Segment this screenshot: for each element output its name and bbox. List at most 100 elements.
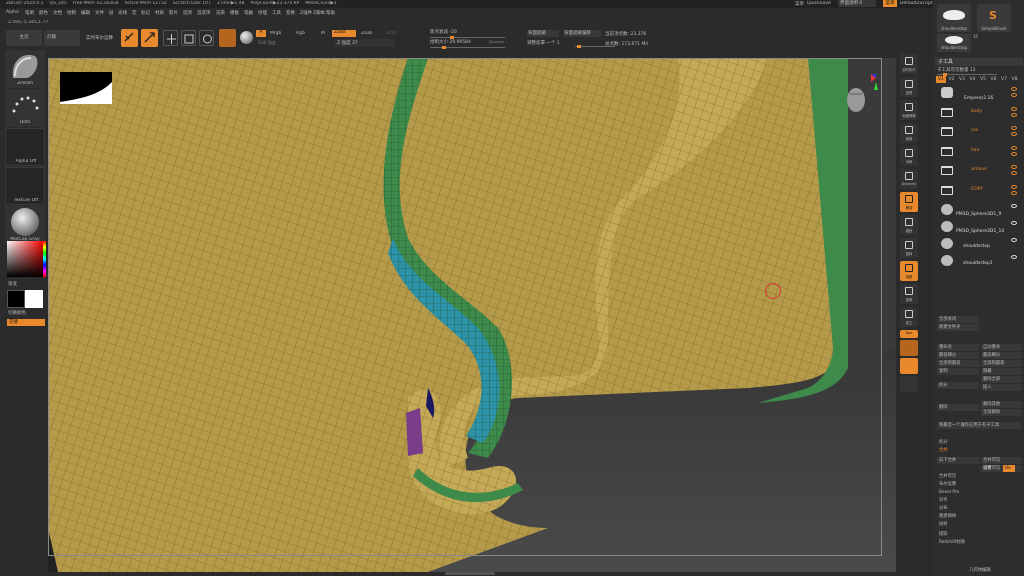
menu-15[interactable]: 渲染 [216, 10, 225, 16]
action-20[interactable]: 合并可见 [981, 457, 1021, 464]
subtool-tab-v5[interactable]: V5 [978, 76, 988, 83]
tray-button-extra-3[interactable] [900, 376, 918, 392]
backface-offset-button[interactable]: 背面遮蔽偏移 [563, 30, 601, 37]
tray-button-scale[interactable]: 缩放 [900, 215, 918, 235]
action-29[interactable]: 重建网格 [937, 513, 1021, 520]
tray-button-dyn[interactable]: Dyn [900, 330, 918, 338]
alternate-button[interactable]: 交替 [7, 319, 45, 326]
action-17[interactable]: 拆分 [937, 439, 1021, 446]
visibility-eye-icon[interactable] [1011, 165, 1017, 169]
m-button[interactable]: M [321, 31, 325, 36]
visibility-eye-icon[interactable] [1011, 126, 1017, 130]
draw-button[interactable] [141, 29, 158, 47]
menu-4[interactable]: 绘制 [67, 10, 76, 16]
menu-7[interactable]: 层 [109, 10, 114, 16]
live-boolean-label[interactable]: 实时布尔运算 [86, 35, 113, 41]
action-13[interactable]: 删除 [937, 404, 979, 411]
action-11[interactable]: 拆分 [937, 382, 979, 389]
tray-button-polyframe[interactable]: 线框 [900, 261, 918, 281]
menu-6[interactable]: 文件 [95, 10, 104, 16]
title-bar-menu-label[interactable]: 菜单 [795, 1, 804, 7]
secondary-color-swatch[interactable] [25, 290, 43, 308]
adjust-mask-slider[interactable]: 调整遮罩 一个 1 [527, 40, 560, 46]
visibility-eye-icon[interactable] [1011, 112, 1017, 117]
subtool-tab-v3[interactable]: V3 [957, 76, 967, 83]
tray-button-symmetry[interactable]: 对称 [900, 146, 918, 166]
visibility-eye-icon[interactable] [1011, 204, 1017, 208]
tray-button-extra-1[interactable] [900, 340, 918, 356]
mrgb-button[interactable]: Mrgb [270, 31, 281, 36]
menu-12[interactable]: 影片 [169, 10, 178, 16]
visibility-eye-icon[interactable] [1011, 132, 1017, 136]
subtool-tab-v4[interactable]: V4 [968, 76, 978, 83]
subtool-row[interactable]: hair [935, 143, 1023, 162]
visibility-eye-icon[interactable] [1011, 171, 1017, 175]
tray-button-local[interactable]: 局部 [900, 123, 918, 143]
scale-button[interactable] [181, 30, 196, 46]
menu-0[interactable]: Alpha [6, 10, 19, 15]
action-3[interactable]: 自动重命 [981, 344, 1021, 351]
action-24[interactable]: 合并可见 [937, 473, 1021, 480]
subtool-row[interactable]: shouldertop1 [935, 252, 1023, 271]
subtool-row[interactable]: sss [935, 123, 1023, 142]
home-button[interactable]: 主页 [6, 30, 42, 46]
rotate-button[interactable] [199, 30, 214, 46]
hue-strip[interactable] [43, 241, 46, 277]
subtool-tab-v2[interactable]: V2 [947, 76, 957, 83]
menu-21[interactable]: Z插件 [300, 10, 312, 16]
action-28[interactable]: 分布 [937, 505, 1021, 512]
action-2[interactable]: 重命名 [937, 344, 979, 351]
action-27[interactable]: 对齐 [937, 497, 1021, 504]
action-19[interactable]: 向下合并 [937, 457, 979, 464]
zadd-button[interactable]: Zadd [332, 30, 356, 37]
menu-22[interactable]: Z脚本 [313, 10, 325, 16]
color-picker[interactable] [7, 241, 46, 277]
menu-18[interactable]: 纹理 [258, 10, 267, 16]
menu-9[interactable]: 宏 [132, 10, 137, 16]
menu-14[interactable]: 首选项 [197, 10, 211, 16]
texture-picker[interactable]: Texture Off [5, 167, 45, 205]
subtool-tab-v8[interactable]: V8 [1010, 76, 1020, 83]
action-18[interactable]: 合并 [937, 447, 1021, 454]
viewport-canvas[interactable] [48, 58, 896, 572]
visibility-eye-icon[interactable] [1011, 151, 1017, 156]
action-32[interactable]: Redshift材质 [937, 539, 1021, 546]
action-25[interactable]: 布尔运算 [937, 481, 1021, 488]
action-22[interactable]: Uv [1003, 465, 1015, 472]
rgb-button[interactable]: Rgb [296, 31, 305, 36]
action-16[interactable]: 将最后一个操作应用于有子工具 [937, 422, 1021, 429]
subtool-visible-count[interactable]: 子工具可见数量 12 [937, 67, 1007, 73]
visibility-eye-icon[interactable] [1011, 255, 1017, 259]
subtool-row[interactable]: COPY [935, 182, 1023, 201]
tray-button-move[interactable]: 移动 [900, 192, 918, 212]
action-7[interactable]: 全部到最高 [981, 360, 1021, 367]
tray-button-transparency[interactable]: 透明 [900, 284, 918, 304]
move-button[interactable] [163, 30, 178, 46]
tray-button-live-boolean[interactable]: 实时布尔 [900, 54, 918, 74]
menu-19[interactable]: 工具 [272, 10, 281, 16]
menus-toggle-button[interactable]: 菜单 [883, 0, 897, 7]
action-33[interactable]: 几何体编辑 [937, 567, 1021, 574]
menu-10[interactable]: 标记 [141, 10, 150, 16]
subtool-row[interactable]: Emperor2.16 [935, 84, 1023, 103]
visibility-eye-icon[interactable] [1011, 184, 1017, 189]
action-26[interactable]: Bevel Pro [937, 489, 1021, 496]
switch-color-button[interactable]: 切换颜色 [8, 310, 26, 316]
a-mode-button[interactable]: A [256, 30, 266, 37]
subtool-tab-v1[interactable]: V1 [936, 76, 946, 83]
action-31[interactable]: 提取 [937, 531, 1021, 538]
visibility-eye-icon[interactable] [1011, 190, 1017, 195]
dynamic-toggle[interactable]: Dynamic [489, 40, 504, 44]
tray-button-extra-2[interactable] [900, 358, 918, 374]
material-swatch[interactable] [219, 29, 236, 47]
action-6[interactable]: 全部到最低 [937, 360, 979, 367]
z-intensity-slider[interactable]: Z 强度 37 [335, 39, 395, 47]
subtool-title[interactable]: 子工具 [935, 58, 1023, 66]
stroke-picker[interactable]: Dots [5, 89, 45, 127]
tray-button-perspective[interactable]: 透视 [900, 77, 918, 97]
tool-thumb-simplebrush[interactable]: S SimpleBrush [977, 4, 1011, 32]
menu-13[interactable]: 选项 [183, 10, 192, 16]
menu-5[interactable]: 编辑 [81, 10, 90, 16]
visibility-eye-icon[interactable] [1011, 93, 1017, 97]
backface-mask-button[interactable]: 背面遮蔽 [527, 30, 559, 37]
